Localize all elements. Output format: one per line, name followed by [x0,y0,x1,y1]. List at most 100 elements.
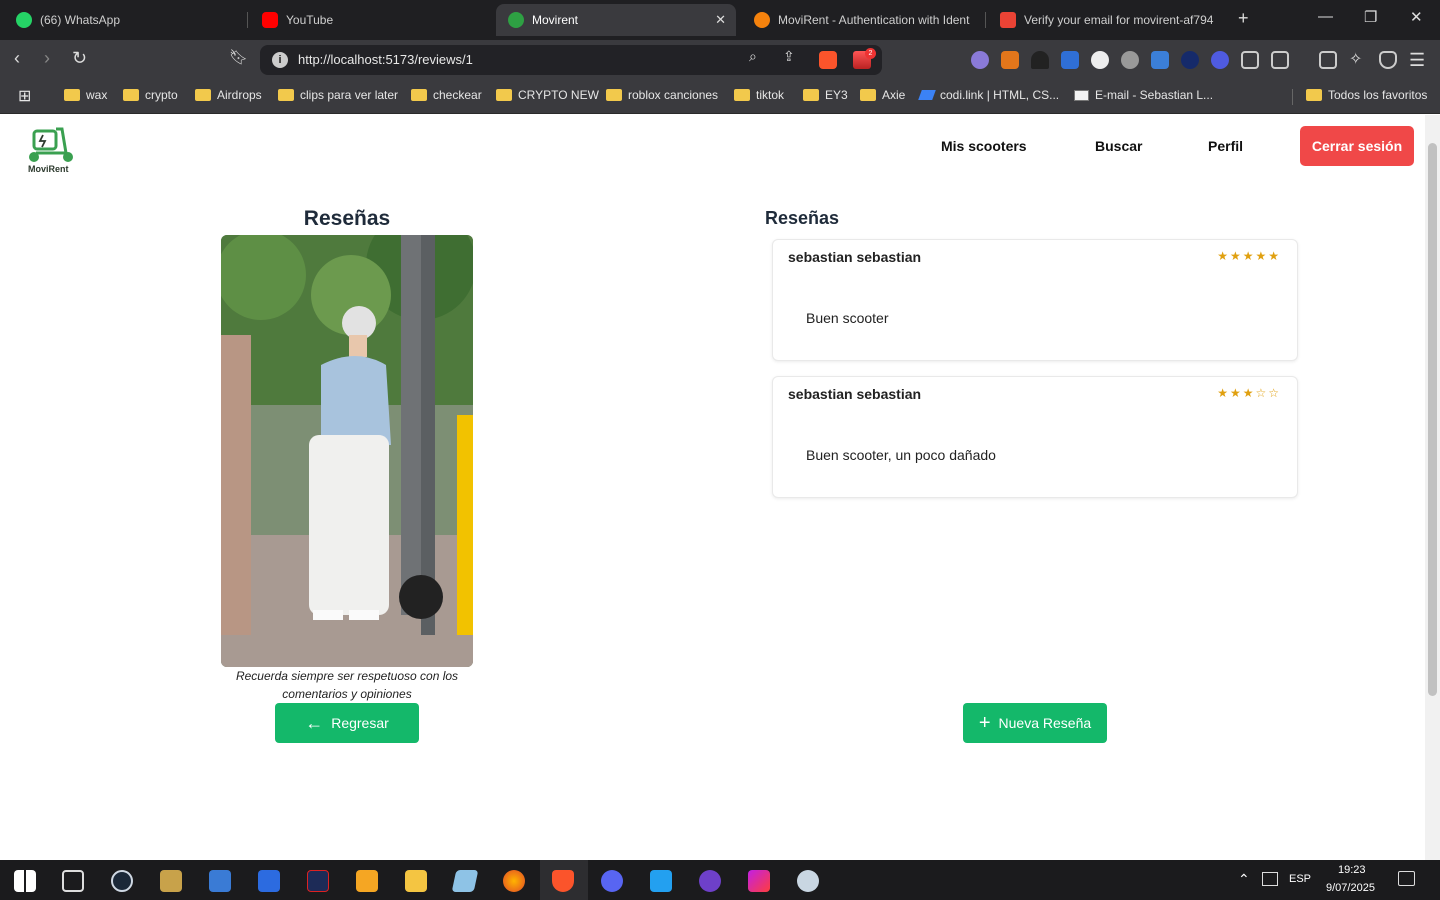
bookmark-label: E-mail - Sebastian L... [1095,88,1214,102]
notifications-icon[interactable] [1398,871,1415,886]
gmail-icon [1000,12,1016,28]
firebase-icon [754,12,770,28]
bookmark-folder[interactable]: clips para ver later [278,88,398,102]
bookmark-folder[interactable]: EY3 [803,88,848,102]
bookmark-folder[interactable]: CRYPTO NEW [496,88,599,102]
laptop-app-icon[interactable] [209,870,231,892]
scrollbar-thumb[interactable] [1428,143,1437,696]
bookmark-icon[interactable]: 🔖︎ [229,48,248,66]
review-stars-icon: ★★★★★ [1217,249,1281,263]
extensions-puzzle-icon[interactable] [1241,51,1259,69]
bookmark-label: Axie [882,88,906,102]
file-explorer-icon[interactable] [405,870,427,892]
page-title: Reseñas [303,207,391,230]
new-tab-icon[interactable]: + [1238,8,1249,29]
store-icon[interactable] [258,870,280,892]
menu-icon[interactable]: ☰ [1409,51,1427,69]
bookmark-link[interactable]: E-mail - Sebastian L... [1074,88,1213,102]
tab-youtube[interactable]: YouTube [250,4,490,36]
extension-x-icon[interactable] [1151,51,1169,69]
close-tab-icon[interactable]: ✕ [715,12,726,28]
review-card: sebastian sebastian ★★★★★ Buen scooter [772,239,1298,361]
bookmark-folder[interactable]: crypto [123,88,178,102]
bookmark-link[interactable]: codi.link | HTML, CS... [918,88,1059,102]
nav-profile[interactable]: Perfil [1208,138,1243,154]
steam-icon[interactable] [111,870,133,892]
rider-icon[interactable] [748,870,770,892]
extension-search-icon[interactable] [1271,51,1289,69]
review-comment: Buen scooter [806,310,889,326]
logo-text: MoviRent [28,164,69,174]
apps-grid-icon[interactable]: ⊞ [18,86,31,106]
language-indicator[interactable]: ESP [1289,873,1311,885]
tab-gmail[interactable]: Verify your email for movirent-af794 [988,4,1228,36]
bookmark-label: CRYPTO NEW [518,88,599,102]
extension-shield-icon[interactable] [1061,51,1079,69]
tab-firebase[interactable]: MoviRent - Authentication with Ident [742,4,982,36]
zoom-icon[interactable]: ⌕ [749,48,757,65]
clock-date[interactable]: 9/07/2025 [1326,882,1375,894]
new-review-label: Nueva Reseña [998,715,1092,731]
logout-button[interactable]: Cerrar sesión [1300,126,1414,166]
extension-hat-icon[interactable] [1031,51,1049,69]
reload-icon[interactable]: ↻ [72,48,87,69]
review-user: sebastian sebastian [788,386,922,402]
task-view-icon[interactable] [62,870,84,892]
vpn-icon[interactable] [1379,51,1397,69]
league-icon[interactable] [160,870,182,892]
restore-icon[interactable]: ❐ [1364,8,1377,26]
mail-icon [1074,89,1089,101]
firefox-icon[interactable] [503,870,525,892]
nav-my-scooters[interactable]: Mis scooters [941,138,1027,154]
network-icon[interactable] [1262,872,1278,886]
bookmarks-bar: ⊞ wax crypto Airdrops clips para ver lat… [0,80,1440,114]
bookmark-folder[interactable]: Airdrops [195,88,262,102]
sublime-icon[interactable] [356,870,378,892]
tab-movirent[interactable]: Movirent ✕ [496,4,736,36]
discord-icon[interactable] [601,870,623,892]
bookmark-folder[interactable]: Axie [860,88,905,102]
bookmark-folder[interactable]: tiktok [734,88,784,102]
close-window-icon[interactable]: ✕ [1410,8,1423,26]
app-icon[interactable] [307,870,329,892]
vscode-icon[interactable] [650,870,672,892]
all-bookmarks-folder[interactable]: Todos los favoritos [1306,88,1427,102]
github-desktop-icon[interactable] [699,870,721,892]
windows-start-icon[interactable] [14,870,36,892]
notes-icon[interactable] [451,870,479,892]
share-icon[interactable]: ⇪ [783,48,795,65]
bookmark-label: wax [86,88,108,102]
bookmark-folder[interactable]: wax [64,88,107,102]
paint-icon[interactable] [797,870,819,892]
tab-title: Verify your email for movirent-af794 [1024,13,1214,27]
tab-title: (66) WhatsApp [40,13,121,27]
new-review-button[interactable]: + Nueva Reseña [963,703,1107,743]
extension-ghost-icon[interactable] [971,51,989,69]
extension-wave-icon[interactable] [1091,51,1109,69]
page-scrollbar[interactable] [1425,115,1440,860]
movirent-icon [508,12,524,28]
back-icon[interactable]: ‹ [14,48,20,69]
brave-icon[interactable] [552,870,574,892]
site-info-icon[interactable]: i [272,52,288,68]
wallet-icon[interactable] [1319,51,1337,69]
nav-search[interactable]: Buscar [1095,138,1142,154]
extension-disk-icon[interactable] [1121,51,1139,69]
back-button[interactable]: ← Regresar [275,703,419,743]
tab-whatsapp[interactable]: (66) WhatsApp [4,4,244,36]
minimize-icon[interactable]: — [1318,8,1333,25]
codi-link-icon [918,90,936,100]
chevron-up-icon[interactable]: ⌃ [1238,871,1250,888]
extension-mask-icon[interactable] [1211,51,1229,69]
brave-shields-icon[interactable] [819,51,837,69]
bookmark-folder[interactable]: roblox canciones [606,88,718,102]
review-stars-icon: ★★★☆☆ [1217,386,1281,400]
forward-icon[interactable]: › [44,48,50,69]
clock-time[interactable]: 19:23 [1338,864,1366,876]
extension-dot-icon[interactable] [1181,51,1199,69]
metamask-icon[interactable] [1001,51,1019,69]
back-button-label: Regresar [331,715,389,731]
leo-ai-icon[interactable]: ✧ [1349,51,1367,69]
bookmark-label: crypto [145,88,178,102]
bookmark-folder[interactable]: checkear [411,88,482,102]
